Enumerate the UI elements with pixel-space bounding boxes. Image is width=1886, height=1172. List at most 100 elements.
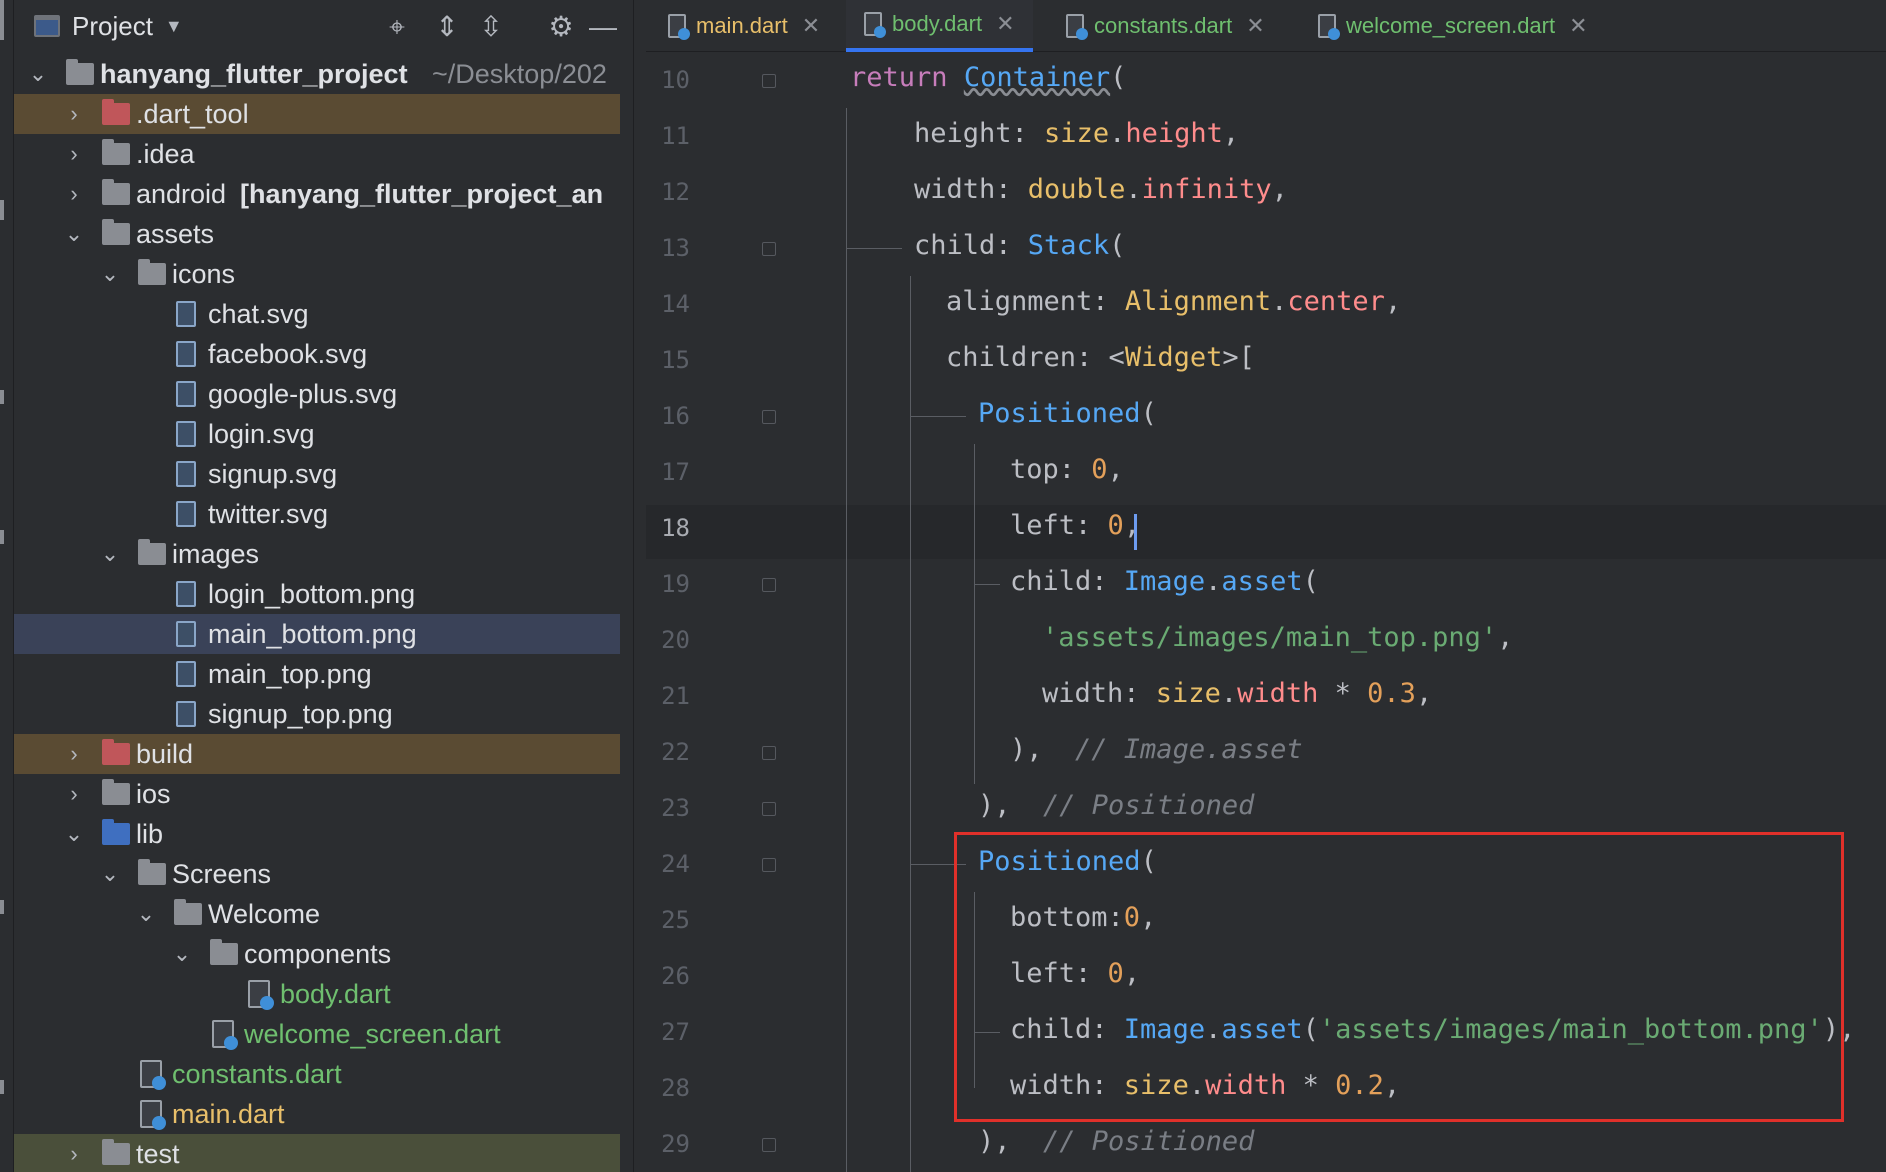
tree-item-signup-top-png[interactable]: signup_top.png [14,694,620,734]
code-line-17[interactable]: top: 0, [1010,454,1124,485]
tree-item-chat-svg[interactable]: chat.svg [14,294,620,334]
line-number: 28 [661,1074,690,1102]
folder-icon [102,739,130,765]
code-line-11[interactable]: height: size.height, [914,118,1239,149]
chevron-right-icon[interactable]: › [62,741,86,767]
fold-marker-icon[interactable] [762,74,776,88]
code-line-12[interactable]: width: double.infinity, [914,174,1288,205]
code-line-21[interactable]: width: size.width * 0.3, [1042,678,1432,709]
code-line-20[interactable]: 'assets/images/main_top.png', [1042,622,1513,653]
tree-item-google-plus-svg[interactable]: google-plus.svg [14,374,620,414]
chevron-down-icon[interactable]: ⌄ [170,941,194,967]
png-file-icon [176,581,196,607]
tree-item-twitter-svg[interactable]: twitter.svg [14,494,620,534]
fold-marker-icon[interactable] [762,802,776,816]
folder-icon [102,819,130,845]
chevron-down-icon[interactable]: ⌄ [26,61,50,87]
tree-item-ios[interactable]: › ios [14,774,620,814]
expand-all-icon[interactable]: ⇕ [428,8,466,46]
chevron-right-icon[interactable]: › [62,1141,86,1167]
tab-body-dart[interactable]: body.dart ✕ [846,0,1033,52]
chevron-down-icon[interactable]: ⌄ [134,901,158,927]
tree-item-welcome-screen-dart[interactable]: welcome_screen.dart [14,1014,620,1054]
tree-item-main-top-png[interactable]: main_top.png [14,654,620,694]
close-icon[interactable]: ✕ [802,13,820,39]
indent-guide [974,584,1000,585]
fold-marker-icon[interactable] [762,242,776,256]
line-number: 22 [661,738,690,766]
tree-item-components[interactable]: ⌄ components [14,934,620,974]
line-number: 19 [661,570,690,598]
close-icon[interactable]: ✕ [1569,13,1587,39]
code-line-13[interactable]: child: Stack( [914,230,1125,261]
code-editor[interactable]: main.dart ✕ body.dart ✕ constants.dart ✕… [646,0,1886,1172]
code-line-29[interactable]: ), // Positioned [978,1126,1254,1157]
tree-item-facebook-svg[interactable]: facebook.svg [14,334,620,374]
code-line-10[interactable]: return Container( [850,62,1126,93]
fold-marker-icon[interactable] [762,858,776,872]
chevron-down-icon[interactable]: ⌄ [98,261,122,287]
tree-item-main-bottom-png[interactable]: main_bottom.png [14,614,620,654]
tree-item-idea[interactable]: › .idea [14,134,620,174]
indent-guide [974,444,975,784]
tree-item-assets[interactable]: ⌄ assets [14,214,620,254]
tree-item-images[interactable]: ⌄ images [14,534,620,574]
fold-marker-icon[interactable] [762,746,776,760]
tree-item-welcome[interactable]: ⌄ Welcome [14,894,620,934]
code-line-23[interactable]: ), // Positioned [978,790,1254,821]
chevron-down-icon[interactable]: ⌄ [62,221,86,247]
chevron-right-icon[interactable]: › [62,141,86,167]
tab-label: body.dart [892,11,983,36]
collapse-all-icon[interactable]: ⇳ [472,8,510,46]
tree-item-android[interactable]: › android [hanyang_flutter_project_an [14,174,620,214]
code-line-19[interactable]: child: Image.asset( [1010,566,1319,597]
chevron-down-icon[interactable]: ⌄ [98,861,122,887]
code-line-22[interactable]: ), // Image.asset [1010,734,1303,765]
text-caret [1134,514,1137,550]
code-line-16[interactable]: Positioned( [978,398,1157,429]
close-icon[interactable]: ✕ [1246,13,1264,39]
tree-item-login-bottom-png[interactable]: login_bottom.png [14,574,620,614]
chevron-right-icon[interactable]: › [62,181,86,207]
tree-item-dart-tool[interactable]: › .dart_tool [14,94,620,134]
tree-item-test[interactable]: › test [14,1134,620,1172]
tree-item-signup-svg[interactable]: signup.svg [14,454,620,494]
tool-window-strip[interactable] [0,0,14,1172]
png-file-icon [176,621,196,647]
locate-icon[interactable]: ⌖ [378,8,416,46]
chevron-down-icon[interactable]: ⌄ [98,541,122,567]
hide-icon[interactable]: — [584,8,622,46]
tree-item-constants-dart[interactable]: constants.dart [14,1054,620,1094]
code-line-15[interactable]: children: <Widget>[ [946,342,1255,373]
tab-main-dart[interactable]: main.dart ✕ [668,0,820,52]
fold-marker-icon[interactable] [762,1138,776,1152]
tab-label: main.dart [696,13,788,38]
current-line-highlight [646,505,1886,559]
project-panel-title[interactable]: Project [72,11,153,42]
chevron-down-icon[interactable]: ▼ [165,16,183,37]
tree-item-icons[interactable]: ⌄ icons [14,254,620,294]
line-number-gutter[interactable]: 10 11 12 13 14 15 16 17 18 19 20 21 22 2… [646,52,796,1172]
tree-item-build[interactable]: › build [14,734,620,774]
tree-item-body-dart[interactable]: body.dart [14,974,620,1014]
tree-item-main-dart[interactable]: main.dart [14,1094,620,1134]
dart-file-icon [140,1100,166,1130]
chevron-right-icon[interactable]: › [62,101,86,127]
gear-icon[interactable]: ⚙ [542,8,580,46]
tree-root[interactable]: ⌄ hanyang_flutter_project ~/Desktop/202 [14,54,620,94]
code-line-18[interactable]: left: 0, [1010,510,1140,541]
tree-item-label: Welcome [208,898,321,929]
tree-item-label: .idea [136,138,195,169]
tree-item-label: welcome_screen.dart [244,1018,501,1049]
chevron-right-icon[interactable]: › [62,781,86,807]
tree-item-screens[interactable]: ⌄ Screens [14,854,620,894]
tab-constants-dart[interactable]: constants.dart ✕ [1066,0,1265,52]
code-line-14[interactable]: alignment: Alignment.center, [946,286,1401,317]
fold-marker-icon[interactable] [762,578,776,592]
tree-item-login-svg[interactable]: login.svg [14,414,620,454]
fold-marker-icon[interactable] [762,410,776,424]
chevron-down-icon[interactable]: ⌄ [62,821,86,847]
tab-welcome-screen-dart[interactable]: welcome_screen.dart ✕ [1318,0,1588,52]
tree-item-lib[interactable]: ⌄ lib [14,814,620,854]
close-icon[interactable]: ✕ [996,11,1014,37]
